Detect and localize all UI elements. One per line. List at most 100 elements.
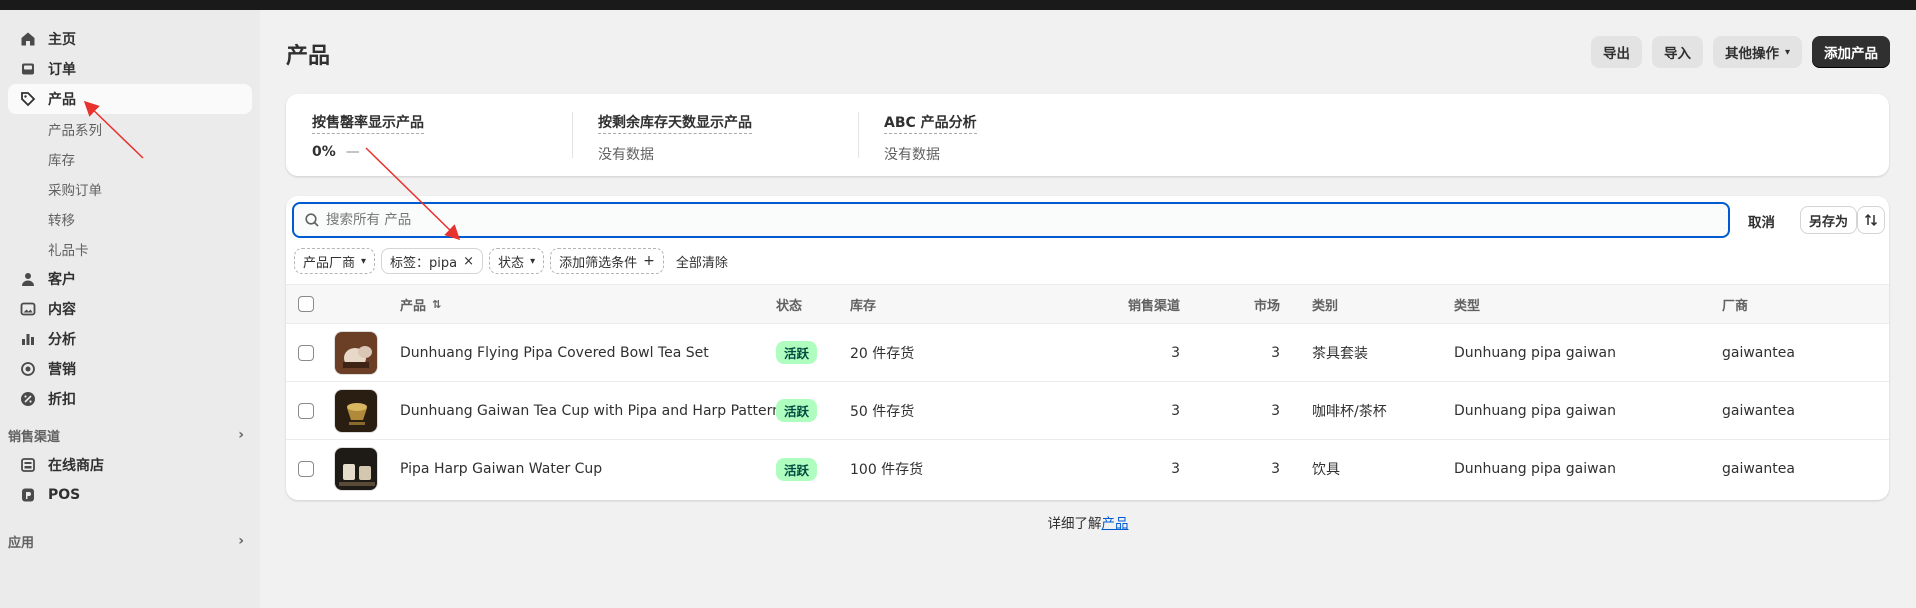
filter-status[interactable]: 状态 ▾ — [489, 248, 545, 274]
metric-days-inventory[interactable]: 按剩余库存天数显示产品 没有数据 — [572, 94, 858, 176]
row-checkbox[interactable] — [298, 461, 314, 477]
search-input[interactable] — [326, 212, 1706, 228]
filter-label: 产品厂商 — [303, 255, 356, 271]
sidebar-item-analytics[interactable]: 分析 — [8, 324, 252, 354]
metric-sell-through[interactable]: 按售罄率显示产品 0% — — [286, 94, 572, 176]
row-checkbox[interactable] — [298, 402, 314, 419]
metric-value: 没有数据 — [598, 147, 654, 163]
header-checkbox-cell — [298, 285, 314, 323]
header-actions: 导出 导入 其他操作 ▾ 添加产品 — [1590, 36, 1890, 68]
import-button[interactable]: 导入 — [1651, 36, 1703, 68]
product-thumbnail-cell — [334, 324, 378, 381]
sort-button[interactable] — [1857, 206, 1885, 234]
tag-icon — [20, 91, 36, 107]
filter-tag-pipa[interactable]: 标签：pipa × — [381, 248, 484, 274]
discount-icon — [20, 391, 36, 407]
sidebar-item-label: 分析 — [48, 332, 76, 348]
sidebar-item-pos[interactable]: POS — [8, 480, 252, 510]
metric-value-number: 0% — [312, 144, 336, 160]
sidebar-item-home[interactable]: 主页 — [8, 24, 252, 54]
type-value: Dunhuang pipa gaiwan — [1454, 402, 1617, 419]
product-thumbnail[interactable] — [334, 330, 378, 375]
sales-channels-header[interactable]: 销售渠道 › — [8, 420, 252, 450]
table-header: 产品 ⇅ 状态 库存 销售渠道 市场 类别 类型 厂商 — [286, 284, 1889, 324]
sidebar-item-label: 客户 — [48, 272, 76, 288]
sidebar-item-discounts[interactable]: 折扣 — [8, 384, 252, 414]
table-row[interactable]: Pipa Harp Gaiwan Water Cup 活跃 100 件存货 3 … — [286, 440, 1889, 498]
home-icon — [20, 31, 36, 47]
image-icon — [20, 301, 36, 317]
sidebar-subitem-purchase-orders[interactable]: 采购订单 — [8, 174, 252, 204]
sidebar-item-online-store[interactable]: 在线商店 — [8, 450, 252, 480]
sidebar-item-label: 主页 — [48, 32, 76, 48]
learn-more-link[interactable]: 产品 — [1102, 516, 1129, 532]
apps-header[interactable]: 应用 › — [8, 526, 252, 556]
inventory-value: 100 件存货 — [850, 462, 924, 478]
status-cell: 活跃 — [776, 324, 818, 381]
search-icon — [305, 213, 319, 227]
channels-value: 3 — [1171, 344, 1180, 361]
close-icon[interactable]: × — [463, 254, 474, 269]
target-icon — [20, 361, 36, 377]
product-name[interactable]: Dunhuang Flying Pipa Covered Bowl Tea Se… — [400, 324, 709, 381]
table-row[interactable]: Dunhuang Flying Pipa Covered Bowl Tea Se… — [286, 324, 1889, 382]
status-cell: 活跃 — [776, 382, 818, 439]
export-button[interactable]: 导出 — [1590, 36, 1642, 68]
table-row[interactable]: Dunhuang Gaiwan Tea Cup with Pipa and Ha… — [286, 382, 1889, 440]
sort-icon — [1864, 213, 1878, 227]
sidebar-item-orders[interactable]: 订单 — [8, 54, 252, 84]
sidebar-item-customers[interactable]: 客户 — [8, 264, 252, 294]
vendor-value: gaiwantea — [1722, 461, 1795, 477]
status-cell: 活跃 — [776, 440, 818, 498]
column-vendor: 厂商 — [1722, 298, 1749, 314]
main-content: 产品 导出 导入 其他操作 ▾ 添加产品 按售罄率显示产品 0% — 按剩余库存天… — [260, 10, 1916, 608]
sidebar-item-marketing[interactable]: 营销 — [8, 354, 252, 384]
product-thumbnail-cell — [334, 440, 378, 498]
product-name[interactable]: Dunhuang Gaiwan Tea Cup with Pipa and Ha… — [400, 382, 781, 439]
sidebar-subitem-gift-cards[interactable]: 礼品卡 — [8, 234, 252, 264]
metric-trend: — — [345, 144, 360, 160]
person-icon — [20, 271, 36, 287]
add-filter-button[interactable]: 添加筛选条件 + — [550, 248, 664, 274]
learn-more-prefix: 详细了解 — [1047, 516, 1102, 532]
product-thumbnail[interactable] — [334, 388, 378, 433]
metric-title: ABC 产品分析 — [884, 112, 977, 134]
products-table-card: 取消 另存为 产品厂商▾ 标签：pipa × 状态▾ 添加筛选条件 + 全部清除 产… — [286, 196, 1889, 500]
filter-label: 标签：pipa — [390, 255, 458, 271]
product-thumbnail-cell — [334, 382, 378, 439]
sidebar-item-content[interactable]: 内容 — [8, 294, 252, 324]
product-name[interactable]: Pipa Harp Gaiwan Water Cup — [400, 440, 602, 498]
filter-vendor[interactable]: 产品厂商 ▾ — [294, 248, 376, 274]
sort-icon: ⇅ — [432, 297, 442, 311]
sidebar-item-label: POS — [48, 487, 81, 503]
apps-label: 应用 — [8, 535, 35, 551]
markets-value: 3 — [1271, 344, 1280, 361]
sidebar-subitem-inventory[interactable]: 库存 — [8, 144, 252, 174]
product-thumbnail[interactable] — [334, 447, 378, 491]
column-category: 类别 — [1312, 298, 1339, 314]
search-row: 取消 另存为 — [292, 202, 1885, 238]
filter-label: 状态 — [498, 255, 525, 271]
save-as-button[interactable]: 另存为 — [1800, 206, 1858, 234]
sidebar-item-label: 内容 — [48, 302, 76, 318]
pos-icon — [20, 487, 36, 503]
metric-abc-analysis[interactable]: ABC 产品分析 没有数据 — [858, 94, 1144, 176]
markets-value: 3 — [1271, 461, 1280, 477]
sidebar-subitem-collections[interactable]: 产品系列 — [8, 114, 252, 144]
select-all-checkbox[interactable] — [298, 296, 314, 312]
category-value: 茶具套装 — [1312, 345, 1368, 362]
row-checkbox[interactable] — [298, 344, 314, 361]
sidebar-subitem-transfers[interactable]: 转移 — [8, 204, 252, 234]
sidebar-item-products[interactable]: 产品 — [8, 84, 252, 114]
plus-icon: + — [643, 253, 655, 269]
filter-row: 产品厂商 ▾ 标签：pipa × 状态 ▾ 添加筛选条件 + 全部清除 — [294, 248, 728, 274]
cancel-button[interactable]: 取消 — [1748, 211, 1775, 231]
clear-all-button[interactable]: 全部清除 — [676, 252, 728, 271]
add-product-button[interactable]: 添加产品 — [1812, 36, 1890, 68]
column-markets: 市场 — [1253, 298, 1280, 314]
column-product[interactable]: 产品 ⇅ — [400, 285, 441, 323]
search-box[interactable] — [292, 202, 1730, 238]
filter-label: 添加筛选条件 — [559, 255, 638, 271]
column-type: 类型 — [1454, 298, 1481, 314]
more-actions-button[interactable]: 其他操作 ▾ — [1712, 36, 1802, 68]
